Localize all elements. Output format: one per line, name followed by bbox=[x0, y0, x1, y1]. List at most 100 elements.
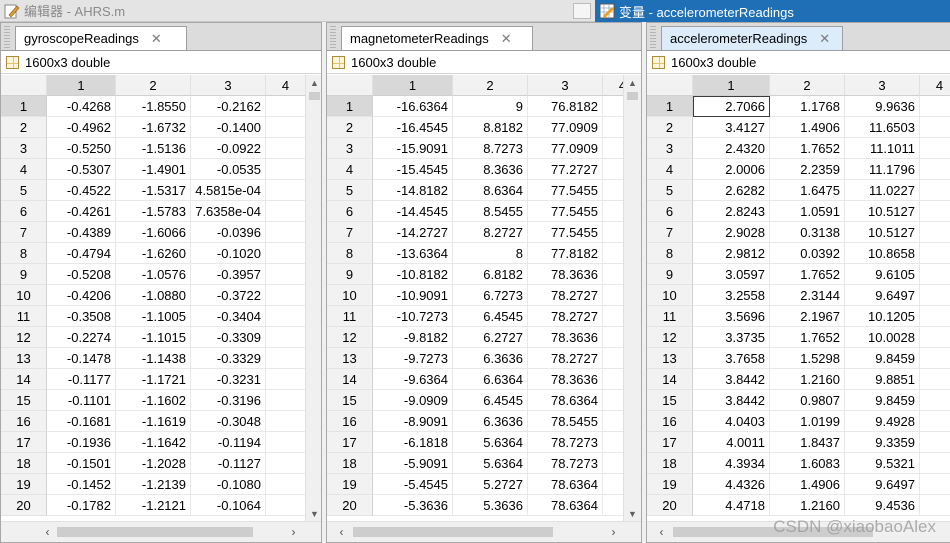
table-cell[interactable]: 1.2160 bbox=[770, 369, 845, 390]
table-cell[interactable] bbox=[266, 306, 306, 327]
close-icon[interactable]: ✕ bbox=[151, 31, 162, 47]
row-header[interactable]: 10 bbox=[1, 285, 47, 306]
table-cell[interactable]: 2.7066 bbox=[693, 96, 770, 117]
table-cell[interactable]: 11.0227 bbox=[845, 180, 920, 201]
table-cell[interactable]: 3.7658 bbox=[693, 348, 770, 369]
table-cell[interactable]: -1.5317 bbox=[116, 180, 191, 201]
table-cell[interactable]: 78.3636 bbox=[528, 369, 603, 390]
table-cell[interactable]: 2.2359 bbox=[770, 159, 845, 180]
variables-title-bar[interactable]: 变量 - accelerometerReadings bbox=[595, 0, 950, 22]
table-cell[interactable]: 77.5455 bbox=[528, 222, 603, 243]
table-cell[interactable]: -0.1064 bbox=[191, 495, 266, 516]
row-header[interactable]: 11 bbox=[327, 306, 373, 327]
table-cell[interactable]: 6.3636 bbox=[453, 348, 528, 369]
table-cell[interactable]: 2.1967 bbox=[770, 306, 845, 327]
table-cell[interactable]: 9.6497 bbox=[845, 285, 920, 306]
table-cell[interactable]: -0.1681 bbox=[47, 411, 116, 432]
table-cell[interactable]: -0.4261 bbox=[47, 201, 116, 222]
row-header[interactable]: 7 bbox=[647, 222, 693, 243]
column-header[interactable]: 3 bbox=[528, 75, 603, 96]
row-header[interactable]: 11 bbox=[647, 306, 693, 327]
column-header[interactable]: 2 bbox=[116, 75, 191, 96]
table-cell[interactable]: -0.1782 bbox=[47, 495, 116, 516]
tab-magnetometerReadings[interactable]: magnetometerReadings ✕ bbox=[341, 26, 533, 50]
row-header[interactable]: 1 bbox=[647, 96, 693, 117]
table-cell[interactable]: -0.3196 bbox=[191, 390, 266, 411]
table-cell[interactable]: -1.2121 bbox=[116, 495, 191, 516]
table-cell[interactable]: -1.0880 bbox=[116, 285, 191, 306]
table-cell[interactable]: -0.1501 bbox=[47, 453, 116, 474]
table-cell[interactable]: -0.1127 bbox=[191, 453, 266, 474]
table-cell[interactable]: 3.8442 bbox=[693, 390, 770, 411]
editor-title-bar[interactable]: 编辑器 - AHRS.m bbox=[0, 0, 595, 22]
table-cell[interactable]: 9.8459 bbox=[845, 348, 920, 369]
table-cell[interactable]: 78.6364 bbox=[528, 474, 603, 495]
row-header[interactable]: 4 bbox=[1, 159, 47, 180]
table-cell[interactable]: -0.1400 bbox=[191, 117, 266, 138]
table-cell[interactable]: -0.2162 bbox=[191, 96, 266, 117]
table-cell[interactable]: -14.4545 bbox=[373, 201, 453, 222]
table-cell[interactable]: -1.2028 bbox=[116, 453, 191, 474]
table-cell[interactable]: 6.8182 bbox=[453, 264, 528, 285]
table-cell[interactable]: -9.7273 bbox=[373, 348, 453, 369]
row-header[interactable]: 9 bbox=[327, 264, 373, 285]
table-cell[interactable]: 9.4536 bbox=[845, 495, 920, 516]
table-cell[interactable] bbox=[920, 327, 950, 348]
table-cell[interactable]: 2.0006 bbox=[693, 159, 770, 180]
table-cell[interactable] bbox=[920, 264, 950, 285]
table-cell[interactable]: -0.4206 bbox=[47, 285, 116, 306]
table-cell[interactable]: -16.4545 bbox=[373, 117, 453, 138]
row-header[interactable]: 12 bbox=[647, 327, 693, 348]
row-header[interactable]: 1 bbox=[327, 96, 373, 117]
table-cell[interactable]: -1.6732 bbox=[116, 117, 191, 138]
table-cell[interactable]: 3.2558 bbox=[693, 285, 770, 306]
row-header[interactable]: 4 bbox=[647, 159, 693, 180]
table-cell[interactable]: 8.2727 bbox=[453, 222, 528, 243]
table-cell[interactable]: -5.3636 bbox=[373, 495, 453, 516]
row-header[interactable]: 20 bbox=[327, 495, 373, 516]
table-cell[interactable]: -1.5783 bbox=[116, 201, 191, 222]
table-cell[interactable]: 8.7273 bbox=[453, 138, 528, 159]
table-cell[interactable]: 4.5815e-04 bbox=[191, 180, 266, 201]
table-cell[interactable]: -0.3957 bbox=[191, 264, 266, 285]
table-cell[interactable]: 8.6364 bbox=[453, 180, 528, 201]
table-cell[interactable]: -0.1478 bbox=[47, 348, 116, 369]
row-header[interactable]: 16 bbox=[647, 411, 693, 432]
table-cell[interactable]: 9.3359 bbox=[845, 432, 920, 453]
table-cell[interactable] bbox=[266, 327, 306, 348]
table-cell[interactable]: 4.4718 bbox=[693, 495, 770, 516]
table-cell[interactable]: 1.7652 bbox=[770, 138, 845, 159]
table-cell[interactable]: -8.9091 bbox=[373, 411, 453, 432]
table-cell[interactable]: -5.9091 bbox=[373, 453, 453, 474]
column-header[interactable]: 4 bbox=[266, 75, 306, 96]
table-cell[interactable]: 9.4928 bbox=[845, 411, 920, 432]
close-icon[interactable]: ✕ bbox=[501, 31, 512, 47]
table-cell[interactable] bbox=[266, 159, 306, 180]
table-cell[interactable]: -0.4962 bbox=[47, 117, 116, 138]
vertical-scrollbar[interactable]: ▲ ▼ bbox=[305, 75, 321, 523]
table-cell[interactable]: 77.5455 bbox=[528, 180, 603, 201]
table-cell[interactable]: 77.5455 bbox=[528, 201, 603, 222]
table-cell[interactable] bbox=[266, 222, 306, 243]
table-cell[interactable]: -0.3508 bbox=[47, 306, 116, 327]
row-header[interactable]: 15 bbox=[647, 390, 693, 411]
table-cell[interactable]: -6.1818 bbox=[373, 432, 453, 453]
table-cell[interactable]: 76.8182 bbox=[528, 96, 603, 117]
table-cell[interactable] bbox=[920, 138, 950, 159]
table-cell[interactable] bbox=[266, 285, 306, 306]
row-header[interactable]: 19 bbox=[327, 474, 373, 495]
table-cell[interactable]: -0.1101 bbox=[47, 390, 116, 411]
row-header[interactable]: 8 bbox=[647, 243, 693, 264]
column-header[interactable]: 1 bbox=[373, 75, 453, 96]
table-cell[interactable]: 1.7652 bbox=[770, 264, 845, 285]
row-header[interactable]: 9 bbox=[647, 264, 693, 285]
table-cell[interactable]: -15.9091 bbox=[373, 138, 453, 159]
table-cell[interactable]: 4.0011 bbox=[693, 432, 770, 453]
data-grid[interactable]: 1 2 3 4 1 2.7066 1.1768 9.9636 2 3.4127 1.4906 11.6… bbox=[647, 75, 950, 516]
row-header[interactable]: 2 bbox=[647, 117, 693, 138]
row-header[interactable]: 2 bbox=[1, 117, 47, 138]
vertical-scrollbar[interactable]: ▲ ▼ bbox=[623, 75, 641, 523]
table-cell[interactable]: 7.6358e-04 bbox=[191, 201, 266, 222]
table-cell[interactable]: 10.5127 bbox=[845, 222, 920, 243]
row-header[interactable]: 12 bbox=[327, 327, 373, 348]
